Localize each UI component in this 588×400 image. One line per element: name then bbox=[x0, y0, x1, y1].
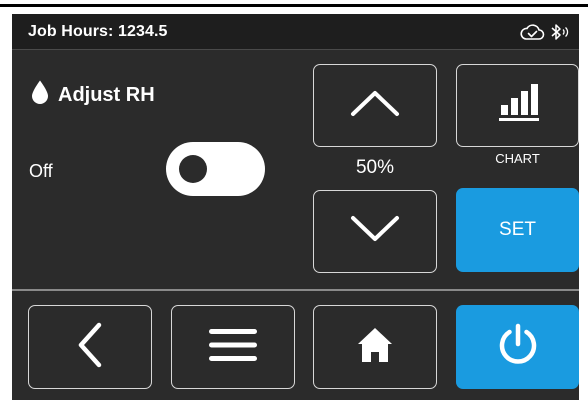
cloud-check-icon bbox=[519, 22, 545, 42]
chevron-up-icon bbox=[349, 88, 401, 123]
chevron-down-icon bbox=[349, 214, 401, 249]
chart-button[interactable] bbox=[456, 64, 579, 147]
chart-label: CHART bbox=[495, 151, 540, 166]
rh-toggle-switch[interactable] bbox=[166, 142, 265, 196]
setpoint-value: 50% bbox=[355, 157, 395, 178]
increase-button[interactable] bbox=[313, 64, 437, 147]
set-button[interactable]: SET bbox=[456, 188, 579, 272]
divider bbox=[12, 289, 579, 291]
job-hours-label: Job Hours: 1234.5 bbox=[28, 23, 168, 40]
back-button[interactable] bbox=[28, 305, 152, 389]
toggle-knob bbox=[179, 155, 207, 183]
title-label: Adjust RH bbox=[58, 83, 155, 106]
toggle-state-label: Off bbox=[29, 161, 53, 181]
power-button[interactable] bbox=[456, 305, 579, 389]
back-arrow-icon bbox=[75, 321, 105, 374]
menu-button[interactable] bbox=[171, 305, 295, 389]
status-bar: Job Hours: 1234.5 bbox=[12, 14, 579, 50]
status-icons bbox=[519, 22, 571, 42]
home-icon bbox=[355, 325, 395, 370]
bluetooth-icon bbox=[549, 22, 571, 42]
menu-icon bbox=[207, 325, 259, 370]
power-icon bbox=[495, 322, 541, 373]
top-border bbox=[0, 4, 588, 7]
set-button-label: SET bbox=[499, 219, 536, 240]
control-panel-screen: Job Hours: 1234.5 Adjust RH Off 50% CHAR… bbox=[12, 14, 579, 400]
water-drop-icon bbox=[30, 79, 50, 111]
bar-chart-icon bbox=[496, 83, 540, 128]
adjust-rh-title: Adjust RH bbox=[30, 79, 155, 111]
home-button[interactable] bbox=[313, 305, 437, 389]
decrease-button[interactable] bbox=[313, 190, 437, 273]
